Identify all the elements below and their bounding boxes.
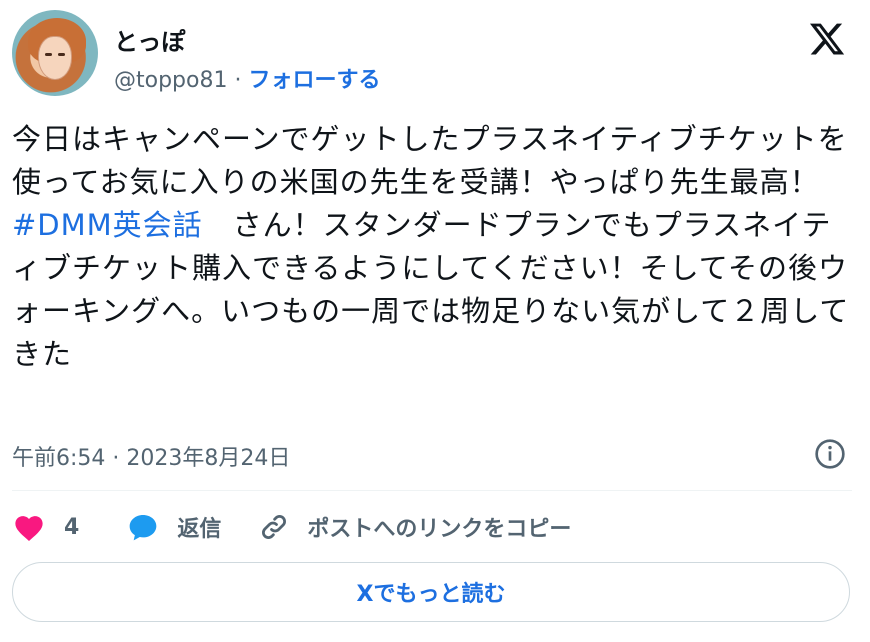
heart-icon: [15, 516, 43, 542]
divider: [12, 490, 852, 491]
tweet-text: 今日はキャンペーンでゲットしたプラスネイティブチケットを使ってお気に入りの米国の…: [12, 118, 852, 376]
like-button[interactable]: 4: [12, 512, 89, 542]
link-icon: [262, 515, 287, 539]
x-logo-icon[interactable]: [808, 20, 846, 58]
reply-icon: [129, 515, 157, 541]
handle-line: @toppo81 · フォローする: [114, 62, 380, 94]
avatar-eye-left: [45, 53, 52, 56]
copy-link-button[interactable]: ポストへのリンクをコピー: [259, 511, 571, 543]
handle-separator: ·: [227, 68, 249, 93]
tweet-timestamp[interactable]: 午前6:54 · 2023年8月24日: [12, 440, 290, 472]
reply-button[interactable]: 返信: [127, 511, 221, 543]
tweet-text-part-1: 今日はキャンペーンでゲットしたプラスネイティブチケットを使ってお気に入りの米国の…: [12, 122, 848, 199]
follow-button[interactable]: フォローする: [248, 68, 380, 93]
user-handle[interactable]: @toppo81: [114, 68, 227, 93]
tweet-header: とっぽ @toppo81 · フォローする: [12, 10, 858, 100]
display-name[interactable]: とっぽ: [114, 22, 185, 57]
copy-link-label: ポストへのリンクをコピー: [307, 517, 572, 542]
like-count: 4: [64, 514, 80, 540]
avatar-eye-right: [58, 53, 65, 56]
hashtag-link[interactable]: #DMM英会話: [12, 208, 203, 242]
info-icon[interactable]: [814, 438, 846, 470]
avatar[interactable]: [12, 10, 98, 96]
read-more-button[interactable]: Xでもっと読む: [12, 562, 850, 622]
reply-label: 返信: [177, 517, 222, 542]
action-bar: 4 返信 ポストへのリンクをコピー: [12, 508, 609, 546]
avatar-face: [38, 36, 72, 80]
